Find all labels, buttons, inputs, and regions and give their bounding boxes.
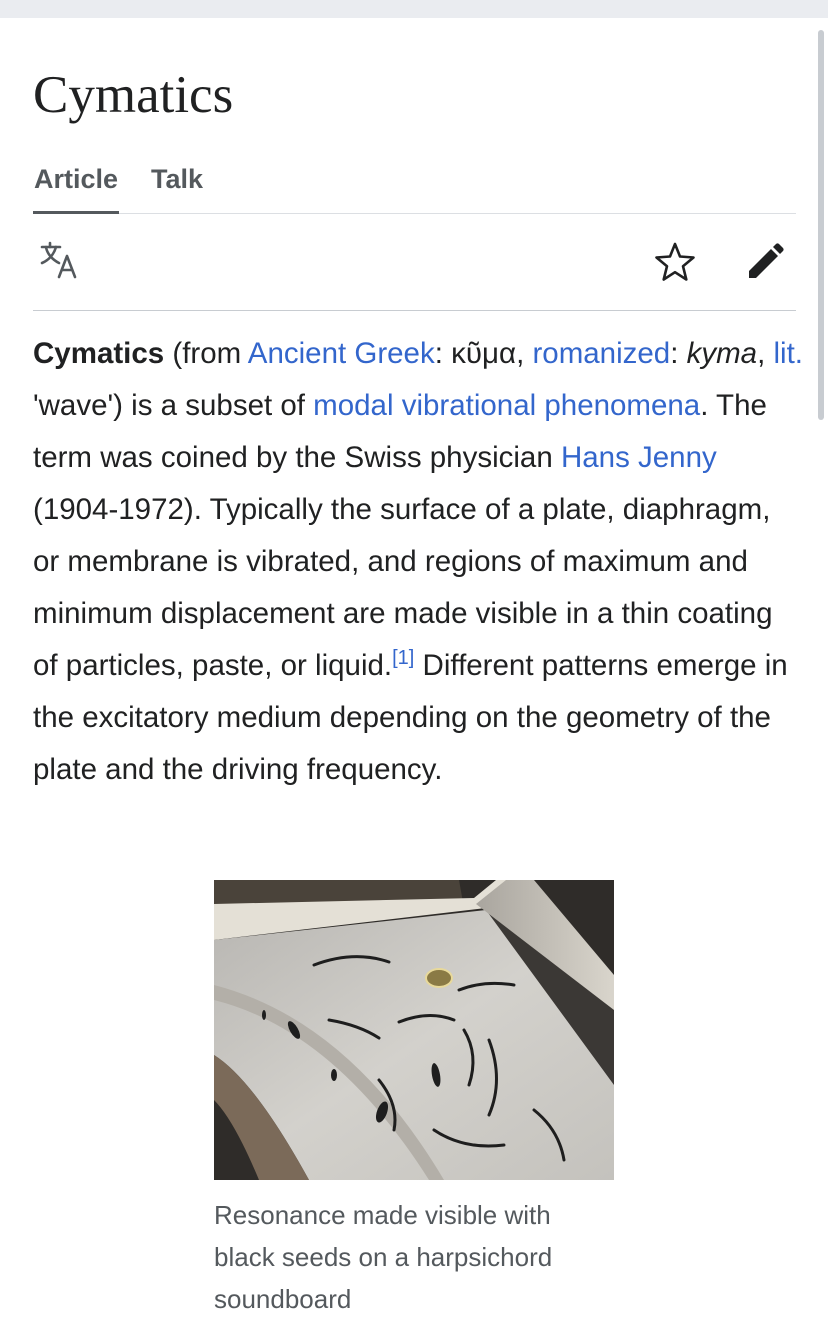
harpsichord-soundboard-image[interactable] bbox=[214, 880, 614, 1180]
tab-talk[interactable]: Talk bbox=[151, 160, 203, 198]
link-hans-jenny[interactable]: Hans Jenny bbox=[561, 441, 717, 474]
reference-sup: [1] bbox=[392, 647, 414, 669]
reference-link-1[interactable]: [1] bbox=[392, 647, 414, 669]
text-span: 'wave') is a subset of bbox=[33, 389, 314, 422]
scrollbar[interactable] bbox=[818, 30, 824, 420]
link-ancient-greek[interactable]: Ancient Greek bbox=[248, 337, 435, 370]
text-span: : bbox=[670, 337, 687, 370]
page-actions-toolbar bbox=[33, 214, 796, 311]
bold-term: Cymatics bbox=[33, 337, 165, 370]
translate-icon bbox=[40, 241, 77, 279]
romanized-word: kyma bbox=[686, 337, 758, 370]
figure: Resonance made visible with black seeds … bbox=[214, 880, 614, 1320]
text-span: : bbox=[434, 337, 452, 370]
link-literally[interactable]: lit. bbox=[774, 337, 804, 370]
top-bar bbox=[0, 0, 828, 18]
language-button[interactable] bbox=[37, 238, 85, 286]
pencil-icon bbox=[749, 243, 784, 278]
figure-caption: Resonance made visible with black seeds … bbox=[214, 1200, 553, 1314]
watch-button[interactable] bbox=[651, 238, 699, 286]
page-title: Cymatics bbox=[33, 66, 234, 124]
edit-button[interactable] bbox=[741, 238, 789, 286]
star-icon bbox=[655, 242, 695, 281]
tab-article[interactable]: Article bbox=[33, 160, 120, 214]
text-span: , bbox=[757, 337, 774, 370]
text-span: , bbox=[516, 337, 533, 370]
text-span: (from bbox=[164, 337, 248, 370]
intro-paragraph: Cymatics (from Ancient Greek: κῦμα, roma… bbox=[33, 328, 803, 796]
page-tabs: Article Talk bbox=[33, 160, 796, 214]
link-romanized[interactable]: romanized bbox=[532, 337, 670, 370]
link-modal-vibrational-phenomena[interactable]: modal vibrational phenomena bbox=[313, 389, 700, 422]
greek-word: κῦμα bbox=[451, 337, 517, 370]
